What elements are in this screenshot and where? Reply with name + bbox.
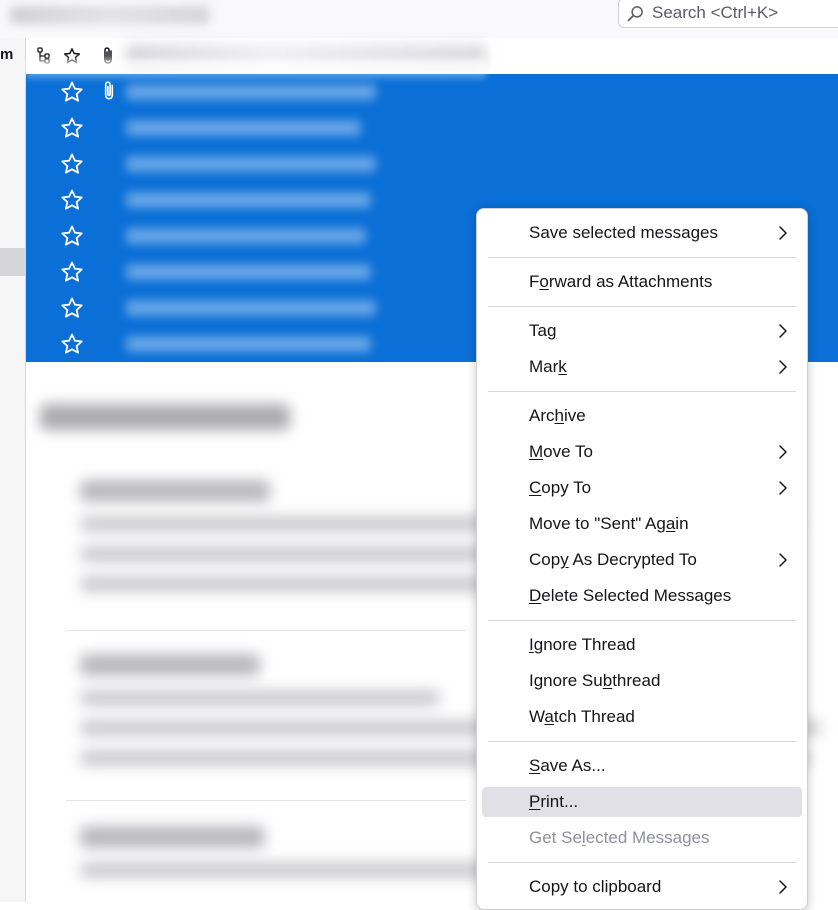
star-icon[interactable] xyxy=(60,224,84,248)
menu-separator xyxy=(488,741,796,742)
menu-item-label: Get Selected Messages xyxy=(529,828,710,847)
menu-separator xyxy=(488,391,796,392)
menu-item-delete-selected-messages[interactable]: Delete Selected Messages xyxy=(482,581,802,611)
menu-item-archive[interactable]: Archive xyxy=(482,401,802,431)
star-icon[interactable] xyxy=(60,80,84,104)
chevron-right-icon xyxy=(778,359,788,375)
preview-divider xyxy=(66,800,466,801)
chevron-right-icon xyxy=(778,879,788,895)
menu-item-get-selected-messages[interactable]: Get Selected Messages xyxy=(482,823,802,853)
menu-item-forward-as-attachments[interactable]: Forward as Attachments xyxy=(482,267,802,297)
menu-item-label: Move To xyxy=(529,442,593,461)
blurred-row-content xyxy=(126,336,371,352)
menu-item-watch-thread[interactable]: Watch Thread xyxy=(482,702,802,732)
chevron-right-icon xyxy=(778,444,788,460)
menu-item-label: Mark xyxy=(529,357,567,376)
menu-item-move-to[interactable]: Move To xyxy=(482,437,802,467)
menu-item-label: Copy To xyxy=(529,478,592,497)
menu-item-label: Delete Selected Messages xyxy=(529,586,732,605)
menu-item-tag[interactable]: Tag xyxy=(482,316,802,346)
menu-item-copy-as-decrypted-to[interactable]: Copy As Decrypted To xyxy=(482,545,802,575)
blurred-row-content xyxy=(126,228,366,244)
preview-title xyxy=(40,404,290,430)
menu-item-label: Move to "Sent" Again xyxy=(529,514,689,533)
menu-item-copy-to-clipboard[interactable]: Copy to clipboard xyxy=(482,872,802,902)
blurred-row-content xyxy=(126,84,376,100)
menu-item-mark[interactable]: Mark xyxy=(482,352,802,382)
list-fade xyxy=(26,60,486,82)
chevron-right-icon xyxy=(778,225,788,241)
blurred-row-content xyxy=(126,192,371,208)
blurred-row-content xyxy=(126,300,376,316)
menu-item-ignore-subthread[interactable]: Ignore Subthread xyxy=(482,666,802,696)
table-row[interactable] xyxy=(26,110,838,146)
menu-separator xyxy=(488,862,796,863)
blurred-row-content xyxy=(126,120,361,136)
menu-item-label: Watch Thread xyxy=(529,707,635,726)
menu-item-label: Forward as Attachments xyxy=(529,272,713,291)
star-icon[interactable] xyxy=(60,188,84,212)
chevron-right-icon xyxy=(778,323,788,339)
search-box[interactable] xyxy=(618,0,838,28)
chevron-right-icon xyxy=(778,480,788,496)
star-icon[interactable] xyxy=(60,296,84,320)
folder-pane: m xyxy=(0,38,26,902)
table-row[interactable] xyxy=(26,146,838,182)
menu-separator xyxy=(488,620,796,621)
menu-item-label: Save As... xyxy=(529,756,606,775)
star-icon[interactable] xyxy=(60,332,84,356)
menu-item-save-as[interactable]: Save As... xyxy=(482,751,802,781)
selected-folder[interactable] xyxy=(0,248,25,276)
star-icon[interactable] xyxy=(60,260,84,284)
star-icon[interactable] xyxy=(60,116,84,140)
chevron-right-icon xyxy=(778,552,788,568)
blurred-row-content xyxy=(126,156,376,172)
menu-item-label: Save selected messages xyxy=(529,223,718,242)
menu-item-label: Print... xyxy=(529,792,579,811)
title-bar xyxy=(0,0,838,39)
menu-item-save-selected-messages[interactable]: Save selected messages xyxy=(482,218,802,248)
menu-item-label: Copy As Decrypted To xyxy=(529,550,697,569)
search-input[interactable] xyxy=(650,2,838,24)
menu-item-label: Copy to clipboard xyxy=(529,877,662,896)
preview-divider xyxy=(66,630,466,631)
menu-item-ignore-thread[interactable]: Ignore Thread xyxy=(482,630,802,660)
menu-item-label: Archive xyxy=(529,406,586,425)
context-menu: Save selected messages Forward as Attachm… xyxy=(476,208,808,910)
star-icon[interactable] xyxy=(60,152,84,176)
menu-item-label: Ignore Thread xyxy=(529,635,636,654)
menu-item-label: Ignore Subthread xyxy=(529,671,661,690)
blurred-title xyxy=(10,6,210,24)
search-icon xyxy=(627,5,643,21)
menu-separator xyxy=(488,257,796,258)
menu-separator xyxy=(488,306,796,307)
blurred-row-content xyxy=(126,264,371,280)
menu-item-move-to-sent-again[interactable]: Move to "Sent" Again xyxy=(482,509,802,539)
menu-item-label: Tag xyxy=(529,321,557,340)
folder-label-fragment: m xyxy=(0,46,14,63)
menu-item-print[interactable]: Print... xyxy=(482,787,802,817)
paperclip-icon xyxy=(98,80,120,102)
menu-item-copy-to[interactable]: Copy To xyxy=(482,473,802,503)
